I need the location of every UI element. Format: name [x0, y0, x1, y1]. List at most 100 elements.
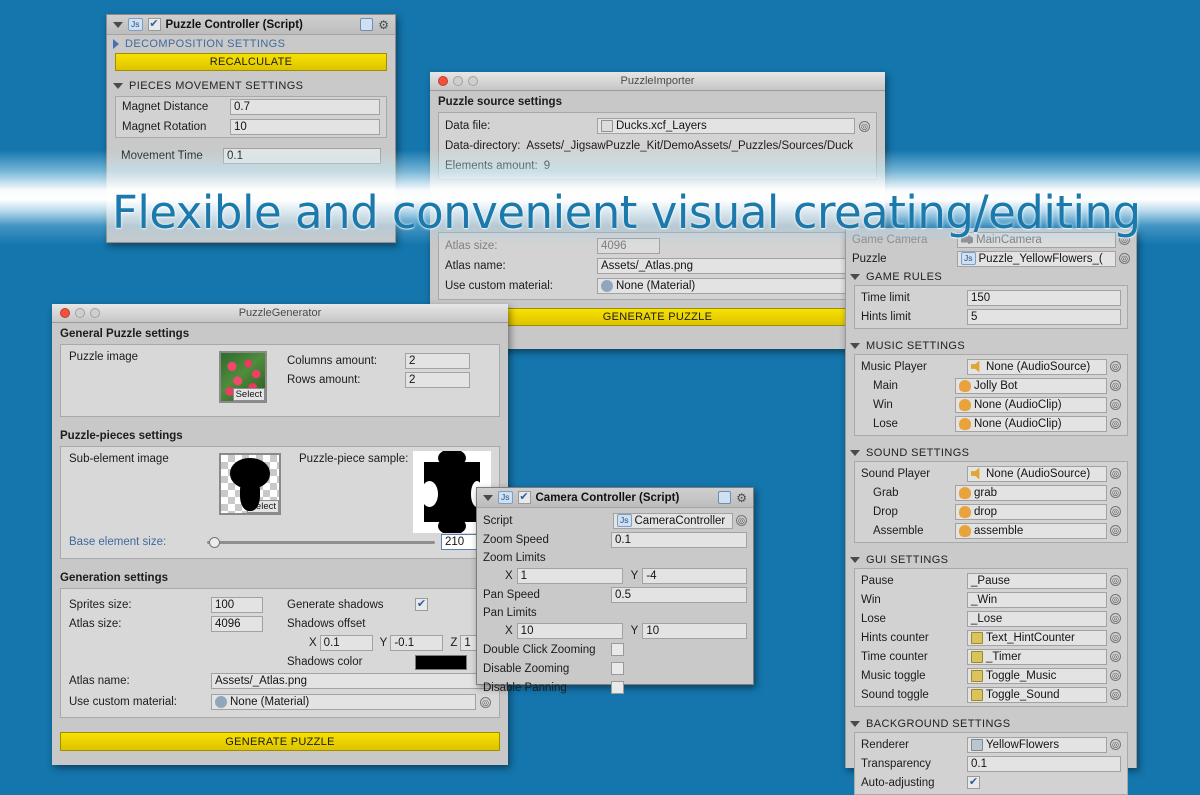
- row-field[interactable]: None (AudioClip): [955, 415, 1107, 432]
- row-field[interactable]: None (AudioSource): [967, 358, 1107, 375]
- rows-amount-field[interactable]: 2: [405, 371, 470, 388]
- row-field[interactable]: drop: [955, 503, 1107, 520]
- object-picker-icon[interactable]: ◎: [1110, 739, 1121, 750]
- object-picker-icon[interactable]: ◎: [1110, 361, 1121, 372]
- importer-titlebar[interactable]: PuzzleImporter: [430, 72, 885, 91]
- magnet-distance-field[interactable]: 0.7: [230, 99, 380, 115]
- object-picker-icon[interactable]: ◎: [1110, 487, 1121, 498]
- object-picker-icon[interactable]: ◎: [1110, 594, 1121, 605]
- row-field[interactable]: None (AudioClip): [955, 396, 1107, 413]
- movement-time-field[interactable]: 0.1: [223, 148, 381, 164]
- object-picker-icon[interactable]: ◎: [1119, 253, 1130, 264]
- generator-generate-puzzle-button[interactable]: GENERATE PUZZLE: [60, 732, 500, 751]
- generate-shadows-checkbox[interactable]: [415, 598, 428, 611]
- sprites-size-field[interactable]: 100: [211, 596, 263, 613]
- object-picker-icon[interactable]: ◎: [1110, 613, 1121, 624]
- chevron-right-icon[interactable]: [113, 39, 119, 49]
- help-book-icon[interactable]: [718, 491, 732, 504]
- object-picker-icon[interactable]: ◎: [1110, 632, 1121, 643]
- row-checkbox[interactable]: [967, 776, 980, 789]
- generator-custom-material-field[interactable]: None (Material): [211, 694, 476, 710]
- magnet-rotation-field[interactable]: 10: [230, 119, 380, 135]
- object-picker-icon[interactable]: ◎: [736, 515, 747, 526]
- zoom-speed-field[interactable]: 0.1: [611, 531, 747, 548]
- component-enabled-checkbox[interactable]: [147, 18, 161, 31]
- foldout-triangle-icon[interactable]: [113, 21, 123, 28]
- help-book-icon[interactable]: [360, 18, 374, 31]
- row-field[interactable]: 5: [967, 308, 1121, 325]
- slider-knob[interactable]: [209, 536, 220, 548]
- foldout-triangle-icon[interactable]: [850, 721, 860, 727]
- zoom-limit-y-field[interactable]: -4: [642, 567, 747, 584]
- object-picker-icon[interactable]: ◎: [480, 696, 491, 708]
- foldout-triangle-icon[interactable]: [850, 557, 860, 563]
- object-picker-icon[interactable]: ◎: [1110, 670, 1121, 681]
- pan-limit-x-field[interactable]: 10: [516, 622, 623, 639]
- row-field[interactable]: _Pause: [967, 572, 1107, 589]
- script-field[interactable]: Js CameraController: [613, 512, 733, 529]
- puzzle-image-thumbnail[interactable]: Select: [219, 351, 267, 403]
- row-field[interactable]: assemble: [955, 522, 1107, 539]
- puzzle-controller-header[interactable]: Js Puzzle Controller (Script) ⚙: [107, 15, 395, 35]
- object-picker-icon[interactable]: ◎: [859, 120, 870, 132]
- row-field[interactable]: 0.1: [967, 755, 1121, 772]
- generator-atlas-size-field[interactable]: 4096: [211, 615, 263, 632]
- importer-atlas-name-field[interactable]: Assets/_Atlas.png: [597, 258, 866, 274]
- row-field[interactable]: 150: [967, 289, 1121, 306]
- object-picker-icon[interactable]: ◎: [1110, 651, 1121, 662]
- inspector-section-header[interactable]: MUSIC SETTINGS: [846, 337, 1136, 354]
- row-field[interactable]: YellowFlowers: [967, 736, 1107, 753]
- foldout-triangle-icon[interactable]: [850, 450, 860, 456]
- object-picker-icon[interactable]: ◎: [1110, 525, 1121, 536]
- foldout-triangle-icon[interactable]: [850, 343, 860, 349]
- disable-panning-checkbox[interactable]: [611, 681, 624, 694]
- gear-icon[interactable]: ⚙: [736, 491, 747, 505]
- generator-atlas-name-field[interactable]: Assets/_Atlas.png: [211, 673, 491, 689]
- pan-speed-field[interactable]: 0.5: [611, 586, 747, 603]
- puzzle-field[interactable]: Js Puzzle_YellowFlowers_(: [957, 250, 1116, 267]
- decomposition-settings-foldout[interactable]: DECOMPOSITION SETTINGS: [107, 35, 395, 52]
- inspector-section-header[interactable]: GUI SETTINGS: [846, 551, 1136, 568]
- row-field[interactable]: grab: [955, 484, 1107, 501]
- row-field[interactable]: _Lose: [967, 610, 1107, 627]
- select-image-button[interactable]: Select: [232, 388, 265, 401]
- pan-limit-y-field[interactable]: 10: [642, 622, 747, 639]
- row-field[interactable]: Toggle_Music: [967, 667, 1107, 684]
- pieces-movement-settings-foldout[interactable]: PIECES MOVEMENT SETTINGS: [107, 77, 395, 94]
- row-field[interactable]: None (AudioSource): [967, 465, 1107, 482]
- base-element-size-slider[interactable]: [207, 535, 435, 549]
- object-picker-icon[interactable]: ◎: [1110, 506, 1121, 517]
- sub-element-thumbnail[interactable]: Select: [219, 453, 281, 515]
- row-field[interactable]: Jolly Bot: [955, 377, 1107, 394]
- foldout-triangle-icon[interactable]: [850, 274, 860, 280]
- foldout-triangle-icon[interactable]: [113, 83, 123, 89]
- object-picker-icon[interactable]: ◎: [1110, 399, 1121, 410]
- object-picker-icon[interactable]: ◎: [1110, 380, 1121, 391]
- inspector-section-header[interactable]: BACKGROUND SETTINGS: [846, 715, 1136, 732]
- data-file-field[interactable]: Ducks.xcf_Layers: [597, 118, 855, 134]
- object-picker-icon[interactable]: ◎: [1110, 418, 1121, 429]
- shadow-offset-y-field[interactable]: -0.1: [390, 634, 444, 651]
- double-click-zooming-checkbox[interactable]: [611, 643, 624, 656]
- gear-icon[interactable]: ⚙: [378, 18, 389, 32]
- shadow-offset-x-field[interactable]: 0.1: [319, 634, 373, 651]
- row-field[interactable]: _Timer: [967, 648, 1107, 665]
- component-enabled-checkbox[interactable]: [517, 491, 531, 504]
- row-field[interactable]: _Win: [967, 591, 1107, 608]
- inspector-section-header[interactable]: GAME RULES: [846, 268, 1136, 285]
- object-picker-icon[interactable]: ◎: [1110, 468, 1121, 479]
- disable-zooming-checkbox[interactable]: [611, 662, 624, 675]
- object-picker-icon[interactable]: ◎: [1110, 689, 1121, 700]
- recalculate-button[interactable]: RECALCULATE: [115, 53, 387, 71]
- foldout-triangle-icon[interactable]: [483, 494, 493, 501]
- row-field[interactable]: Toggle_Sound: [967, 686, 1107, 703]
- shadows-color-swatch[interactable]: [415, 654, 467, 670]
- generator-titlebar[interactable]: PuzzleGenerator: [52, 304, 508, 323]
- camera-controller-header[interactable]: Js Camera Controller (Script) ⚙: [477, 488, 753, 508]
- zoom-limit-x-field[interactable]: 1: [516, 567, 623, 584]
- row-field[interactable]: Text_HintCounter: [967, 629, 1107, 646]
- columns-amount-field[interactable]: 2: [405, 352, 470, 369]
- importer-custom-material-field[interactable]: None (Material): [597, 278, 866, 294]
- object-picker-icon[interactable]: ◎: [1110, 575, 1121, 586]
- inspector-section-header[interactable]: SOUND SETTINGS: [846, 444, 1136, 461]
